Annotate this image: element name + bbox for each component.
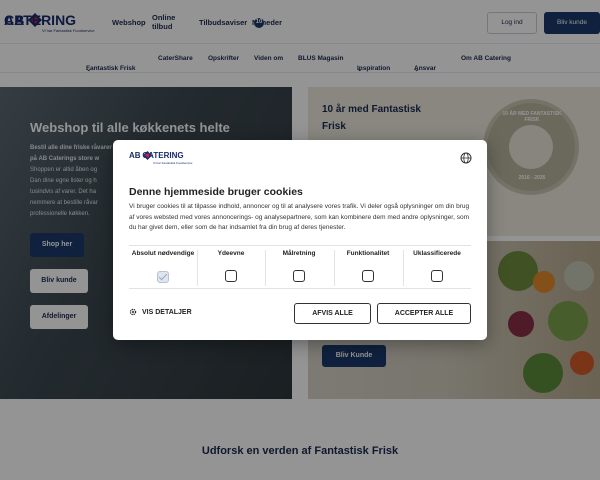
cookie-consent-dialog: AB CATERING Vi har Fantastisk Foodservic… [113,140,487,340]
cookie-category-label: Uklassificerede [413,250,461,257]
cookie-category-label: Målretning [282,250,316,257]
show-details-toggle[interactable]: VIS DETALJER [129,308,192,316]
cookie-category-unclassified: Uklassificerede [403,246,471,290]
globe-language-icon[interactable] [460,152,472,164]
show-details-label: VIS DETALJER [142,308,192,316]
cookie-category-functionality: Funktionalitet [334,246,402,290]
reject-all-button[interactable]: AFVIS ALLE [294,303,371,324]
cookie-category-performance: Ydeevne [197,246,265,290]
cookie-category-label: Absolut nødvendige [131,250,195,257]
cookie-categories: Absolut nødvendige Ydeevne Målretning Fu… [129,245,471,289]
dialog-logo: AB CATERING Vi har Fantastisk Foodservic… [129,151,192,165]
cookie-dialog-text: Vi bruger cookies til at tilpasse indhol… [129,203,470,231]
performance-checkbox[interactable] [225,270,237,282]
cookie-category-targeting: Målretning [265,246,333,290]
cookie-category-label: Ydeevne [217,250,245,257]
logo-tagline: Vi har Fantastisk Foodservice [153,161,193,165]
cookie-category-label: Funktionalitet [346,250,390,257]
accept-all-button[interactable]: ACCEPTER ALLE [377,303,471,324]
necessary-checkbox [157,271,169,283]
functionality-checkbox[interactable] [362,270,374,282]
page: AB CATERING Vi har Fantastisk Foodservic… [0,0,600,480]
cookie-dialog-title: Denne hjemmeside bruger cookies [129,186,303,198]
targeting-checkbox[interactable] [293,270,305,282]
cookie-category-necessary: Absolut nødvendige [129,246,197,290]
gear-icon [129,308,137,316]
unclassified-checkbox[interactable] [431,270,443,282]
